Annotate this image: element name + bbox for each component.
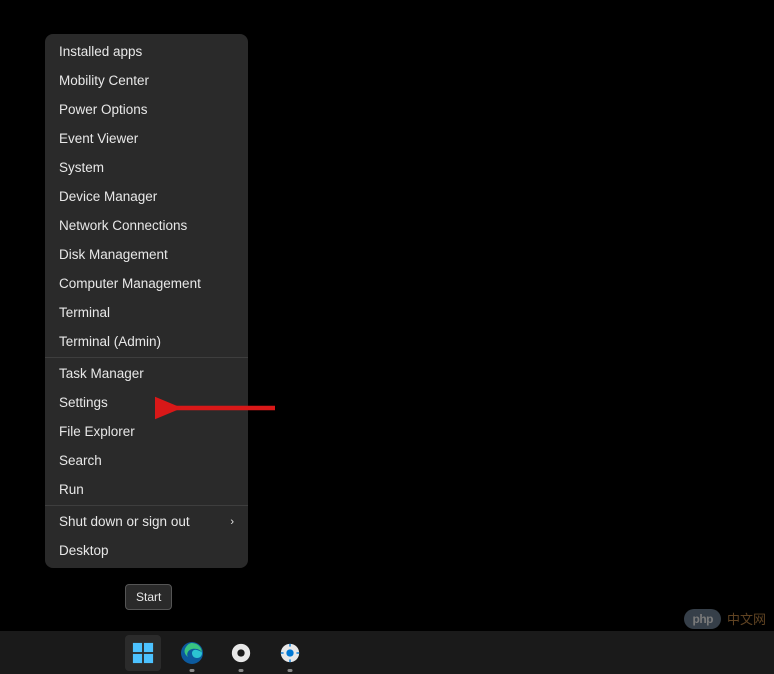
menu-item-mobility-center[interactable]: Mobility Center (45, 66, 248, 95)
menu-label: Installed apps (59, 44, 142, 59)
menu-label: Event Viewer (59, 131, 138, 146)
running-indicator (288, 669, 293, 672)
menu-label: Disk Management (59, 247, 168, 262)
taskbar-edge[interactable] (174, 635, 210, 671)
menu-label: Terminal (Admin) (59, 334, 161, 349)
settings-icon (279, 642, 301, 664)
menu-label: Settings (59, 395, 108, 410)
start-tooltip: Start (125, 584, 172, 610)
menu-item-power-options[interactable]: Power Options (45, 95, 248, 124)
watermark-text: 中文网 (727, 609, 766, 628)
menu-label: Task Manager (59, 366, 144, 381)
taskbar-icons-container (125, 635, 308, 671)
menu-separator (45, 505, 248, 506)
menu-item-file-explorer[interactable]: File Explorer (45, 417, 248, 446)
menu-item-search[interactable]: Search (45, 446, 248, 475)
windows-icon (132, 642, 154, 664)
watermark-badge: php (684, 609, 721, 629)
menu-label: Power Options (59, 102, 148, 117)
menu-separator (45, 357, 248, 358)
chevron-right-icon: › (230, 516, 234, 528)
menu-item-shutdown[interactable]: Shut down or sign out › (45, 507, 248, 536)
edge-icon (180, 641, 204, 665)
menu-label: Desktop (59, 543, 109, 558)
menu-item-terminal-admin[interactable]: Terminal (Admin) (45, 327, 248, 356)
menu-label: Network Connections (59, 218, 187, 233)
taskbar (0, 631, 774, 674)
menu-item-task-manager[interactable]: Task Manager (45, 359, 248, 388)
menu-label: File Explorer (59, 424, 135, 439)
menu-item-system[interactable]: System (45, 153, 248, 182)
running-indicator (190, 669, 195, 672)
menu-label: Device Manager (59, 189, 157, 204)
menu-item-desktop[interactable]: Desktop (45, 536, 248, 565)
app-icon (230, 642, 252, 664)
menu-item-computer-management[interactable]: Computer Management (45, 269, 248, 298)
menu-item-device-manager[interactable]: Device Manager (45, 182, 248, 211)
menu-label: Search (59, 453, 102, 468)
menu-label: System (59, 160, 104, 175)
menu-item-settings[interactable]: Settings (45, 388, 248, 417)
menu-label: Terminal (59, 305, 110, 320)
menu-item-run[interactable]: Run (45, 475, 248, 504)
watermark: php 中文网 (684, 606, 766, 631)
taskbar-app[interactable] (223, 635, 259, 671)
running-indicator (239, 669, 244, 672)
menu-item-event-viewer[interactable]: Event Viewer (45, 124, 248, 153)
menu-item-network-connections[interactable]: Network Connections (45, 211, 248, 240)
menu-item-terminal[interactable]: Terminal (45, 298, 248, 327)
menu-label: Computer Management (59, 276, 201, 291)
taskbar-settings[interactable] (272, 635, 308, 671)
menu-item-installed-apps[interactable]: Installed apps (45, 37, 248, 66)
menu-label: Shut down or sign out (59, 514, 190, 529)
menu-label: Mobility Center (59, 73, 149, 88)
power-user-menu: Installed apps Mobility Center Power Opt… (45, 34, 248, 568)
tooltip-text: Start (136, 590, 161, 604)
menu-item-disk-management[interactable]: Disk Management (45, 240, 248, 269)
menu-label: Run (59, 482, 84, 497)
start-button[interactable] (125, 635, 161, 671)
